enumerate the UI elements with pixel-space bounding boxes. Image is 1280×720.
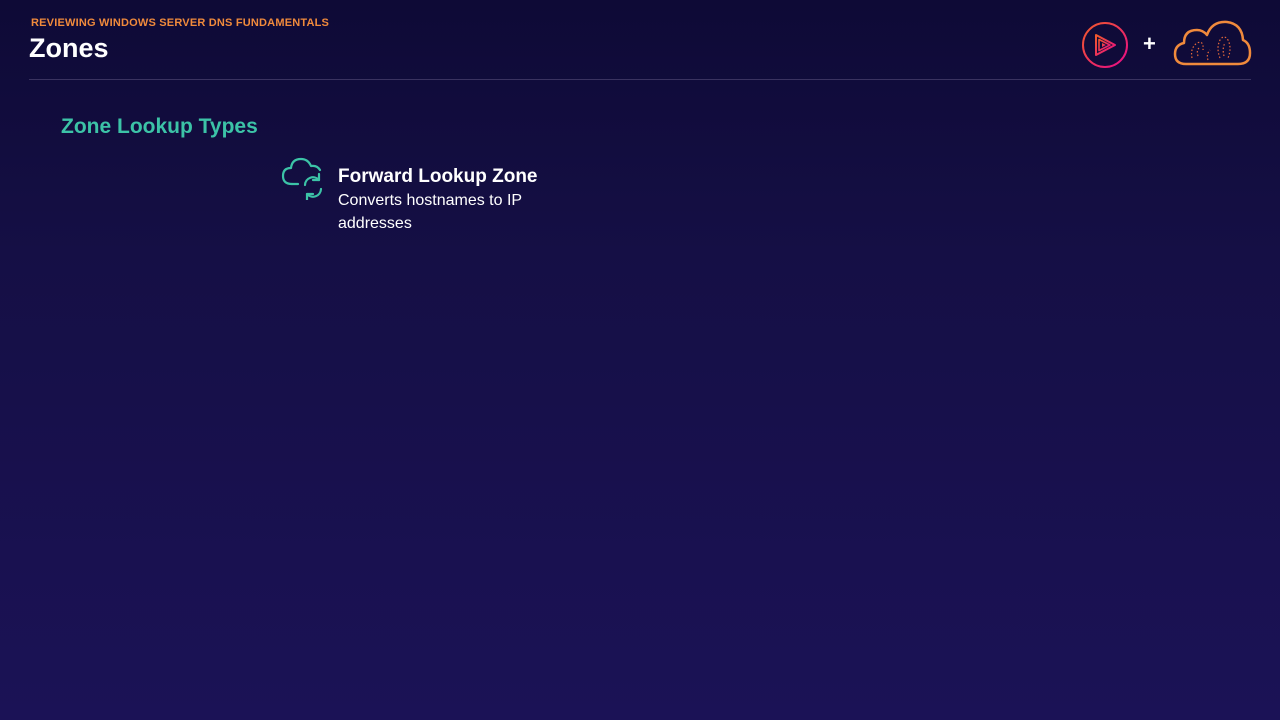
header-divider: [29, 79, 1251, 80]
course-kicker: REVIEWING WINDOWS SERVER DNS FUNDAMENTAL…: [31, 17, 330, 29]
section-title: Zone Lookup Types: [61, 115, 258, 138]
zone-type-item: Forward Lookup Zone Converts hostnames t…: [280, 156, 580, 236]
cloud-logo-icon: [1173, 20, 1252, 66]
cloud-sync-icon: [281, 157, 323, 200]
page-title: Zones: [29, 33, 109, 63]
play-logo-icon: [1082, 22, 1128, 68]
zone-type-description: Converts hostnames to IP addresses: [338, 192, 522, 232]
slide-header: REVIEWING WINDOWS SERVER DNS FUNDAMENTAL…: [0, 0, 1280, 80]
plus-sign: +: [1143, 31, 1156, 56]
zone-type-title: Forward Lookup Zone: [338, 166, 538, 187]
